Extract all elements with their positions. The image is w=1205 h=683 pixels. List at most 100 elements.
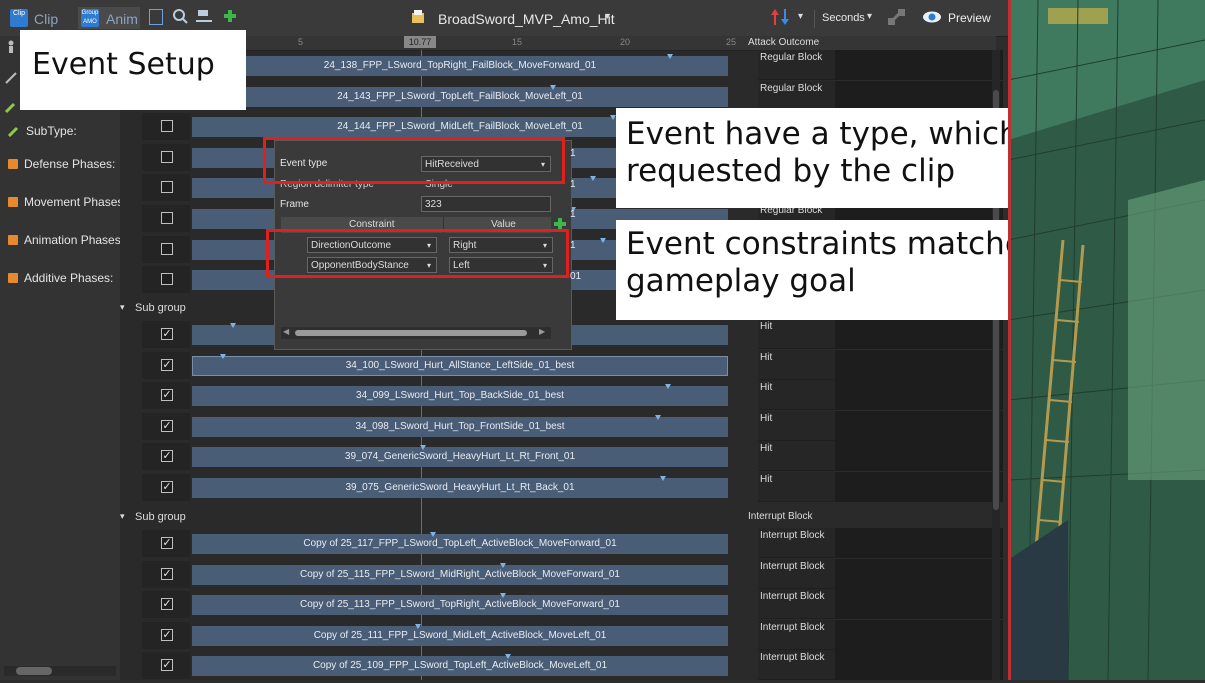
enable-checkbox[interactable]	[161, 242, 173, 255]
collapse-icon[interactable]: ▾	[120, 511, 125, 522]
event-marker-icon[interactable]	[505, 654, 511, 660]
zoom-button[interactable]	[172, 7, 190, 29]
time-ruler[interactable]: 5 15 20 25 10.77	[190, 36, 746, 51]
attack-outcome-cell[interactable]: Hit	[758, 472, 836, 502]
add-button[interactable]	[222, 7, 240, 29]
track-row[interactable]: ✓ Copy of 25_115_FPP_LSword_MidRight_Acti…	[130, 558, 1003, 590]
sub-group-header[interactable]: ▾ Sub group Interrupt Block	[120, 506, 986, 528]
clip-bar[interactable]: Copy of 25_113_FPP_LSword_TopRight_Activ…	[192, 595, 728, 616]
property-additive-phases[interactable]: Additive Phases:	[8, 271, 113, 285]
track-row[interactable]: ✓ 39_074_GenericSword_HeavyHurt_Lt_Rt_Fro…	[130, 441, 1003, 473]
clip-bar[interactable]: 34_098_LSword_Hurt_Top_FrontSide_01_best	[192, 416, 728, 437]
enable-checkbox[interactable]: ✓	[161, 598, 173, 611]
enable-checkbox[interactable]: ✓	[161, 567, 173, 580]
attack-outcome-cell[interactable]: Interrupt Block	[758, 589, 836, 620]
scroll-left-icon[interactable]: ◀	[283, 327, 289, 336]
attack-outcome-cell[interactable]: Interrupt Block	[758, 619, 836, 650]
track-row[interactable]: ✓ Copy of 25_111_FPP_LSword_MidLeft_Activ…	[130, 619, 1003, 651]
event-marker-icon[interactable]	[600, 237, 606, 243]
attack-outcome-cell[interactable]: Interrupt Block	[758, 558, 836, 589]
clip-bar[interactable]: 34_100_LSword_Hurt_AllStance_LeftSide_01…	[192, 355, 728, 376]
empty-cell	[835, 380, 1003, 412]
subtype-property[interactable]: SubType:	[8, 124, 77, 138]
clip-bar[interactable]: 39_075_GenericSword_HeavyHurt_Lt_Rt_Back…	[192, 478, 728, 498]
enable-checkbox[interactable]: ✓	[161, 328, 173, 340]
clip-title-dropdown[interactable]: BroadSword_MVP_Amo_Hit ▾	[410, 7, 615, 29]
preview-button[interactable]: Preview	[922, 7, 998, 29]
sort-button[interactable]: ▾	[770, 7, 806, 29]
attack-outcome-cell[interactable]: Regular Block	[758, 80, 836, 111]
horizontal-scrollbar[interactable]	[4, 666, 116, 676]
layout-button[interactable]	[148, 7, 166, 29]
attack-outcome-cell[interactable]: Interrupt Block	[758, 528, 836, 558]
track-row[interactable]: ✓ Copy of 25_117_FPP_LSword_TopLeft_Activ…	[130, 528, 1003, 559]
track-row[interactable]: ✓ 34_099_LSword_Hurt_Top_BackSide_01_best…	[130, 380, 1003, 412]
event-marker-icon[interactable]	[655, 414, 661, 420]
attack-outcome-cell[interactable]: Hit	[758, 441, 836, 472]
scrollbar-thumb[interactable]	[295, 330, 527, 336]
event-marker-icon[interactable]	[230, 323, 236, 328]
popup-scrollbar[interactable]: ◀ ▶	[281, 327, 551, 339]
track-row[interactable]: 24_143_FPP_LSword_TopLeft_FailBlock_Move…	[130, 80, 1003, 112]
event-marker-icon[interactable]	[420, 445, 426, 451]
property-defense-phases[interactable]: Defense Phases:	[8, 157, 115, 171]
clip-tab[interactable]: Clip Clip	[8, 7, 66, 29]
scroll-right-icon[interactable]: ▶	[539, 327, 545, 336]
enable-checkbox[interactable]: ✓	[161, 628, 173, 641]
track-row[interactable]: ✓ Copy of 25_109_FPP_LSword_TopLeft_Activ…	[130, 650, 1003, 682]
attack-outcome-cell[interactable]: Hit	[758, 319, 836, 349]
frame-input[interactable]: 323	[421, 196, 551, 212]
attack-outcome-cell[interactable]: Hit	[758, 410, 836, 441]
enable-checkbox[interactable]: ✓	[161, 659, 173, 672]
clip-bar[interactable]: 39_074_GenericSword_HeavyHurt_Lt_Rt_Fron…	[192, 447, 728, 468]
align-button[interactable]	[196, 7, 214, 29]
event-marker-icon[interactable]	[500, 562, 506, 568]
event-marker-icon[interactable]	[550, 84, 556, 90]
event-marker-icon[interactable]	[667, 54, 673, 59]
event-marker-icon[interactable]	[660, 476, 666, 481]
attack-outcome-cell[interactable]: Regular Block	[758, 50, 836, 80]
expand-button[interactable]	[886, 7, 910, 29]
event-marker-icon[interactable]	[430, 532, 436, 537]
collapse-icon[interactable]: ▾	[120, 302, 125, 313]
event-marker-icon[interactable]	[590, 176, 596, 182]
attack-outcome-cell[interactable]: Interrupt Block	[758, 650, 836, 681]
clip-bar[interactable]: Copy of 25_117_FPP_LSword_TopLeft_Active…	[192, 534, 728, 554]
enable-checkbox[interactable]	[161, 120, 173, 133]
enable-checkbox[interactable]: ✓	[161, 537, 173, 549]
clip-bar[interactable]: 24_138_FPP_LSword_TopRight_FailBlock_Mov…	[192, 56, 728, 76]
enable-checkbox[interactable]: ✓	[161, 358, 173, 371]
event-marker-icon[interactable]	[500, 593, 506, 599]
playhead-label[interactable]: 10.77	[404, 36, 436, 48]
scrollbar-thumb[interactable]	[16, 667, 52, 675]
clip-bar[interactable]: Copy of 25_111_FPP_LSword_MidLeft_Active…	[192, 625, 728, 646]
clip-bar[interactable]: Copy of 25_109_FPP_LSword_TopLeft_Active…	[192, 656, 728, 677]
ruler-tick: 15	[512, 37, 523, 47]
enable-checkbox[interactable]: ✓	[161, 389, 173, 402]
track-row[interactable]: ✓ 34_100_LSword_Hurt_AllStance_LeftSide_0…	[130, 349, 1003, 381]
enable-checkbox[interactable]: ✓	[161, 481, 173, 493]
enable-checkbox[interactable]	[161, 150, 173, 163]
event-marker-icon[interactable]	[415, 623, 421, 629]
event-marker-icon[interactable]	[665, 384, 671, 390]
preview-viewport[interactable]	[1007, 0, 1205, 681]
clip-bar[interactable]: Copy of 25_115_FPP_LSword_MidRight_Activ…	[192, 564, 728, 585]
property-animation-phases[interactable]: Animation Phases	[8, 233, 121, 247]
track-row[interactable]: ✓ 39_075_GenericSword_HeavyHurt_Lt_Rt_Bac…	[130, 472, 1003, 503]
units-dropdown[interactable]: Seconds ▾	[820, 7, 878, 29]
enable-checkbox[interactable]: ✓	[161, 450, 173, 463]
enable-checkbox[interactable]	[161, 212, 173, 224]
clip-bar[interactable]: 34_099_LSword_Hurt_Top_BackSide_01_best	[192, 386, 728, 407]
track-row[interactable]: ✓ 34_098_LSword_Hurt_Top_FrontSide_01_bes…	[130, 410, 1003, 442]
track-row[interactable]: ✓ Copy of 25_113_FPP_LSword_TopRight_Acti…	[130, 589, 1003, 621]
event-marker-icon[interactable]	[220, 353, 226, 359]
property-movement-phases[interactable]: Movement Phases	[8, 195, 123, 209]
anim-tab[interactable]: Group AMO Anim	[78, 7, 140, 29]
enable-checkbox[interactable]: ✓	[161, 419, 173, 432]
enable-checkbox[interactable]	[161, 181, 173, 194]
attack-outcome-cell[interactable]: Hit	[758, 349, 836, 380]
enable-checkbox[interactable]	[161, 273, 173, 286]
attack-outcome-cell[interactable]: Hit	[758, 380, 836, 411]
track-row[interactable]: 24_138_FPP_LSword_TopRight_FailBlock_Mov…	[130, 50, 1003, 81]
clip-bar[interactable]: 24_143_FPP_LSword_TopLeft_FailBlock_Move…	[192, 86, 728, 107]
